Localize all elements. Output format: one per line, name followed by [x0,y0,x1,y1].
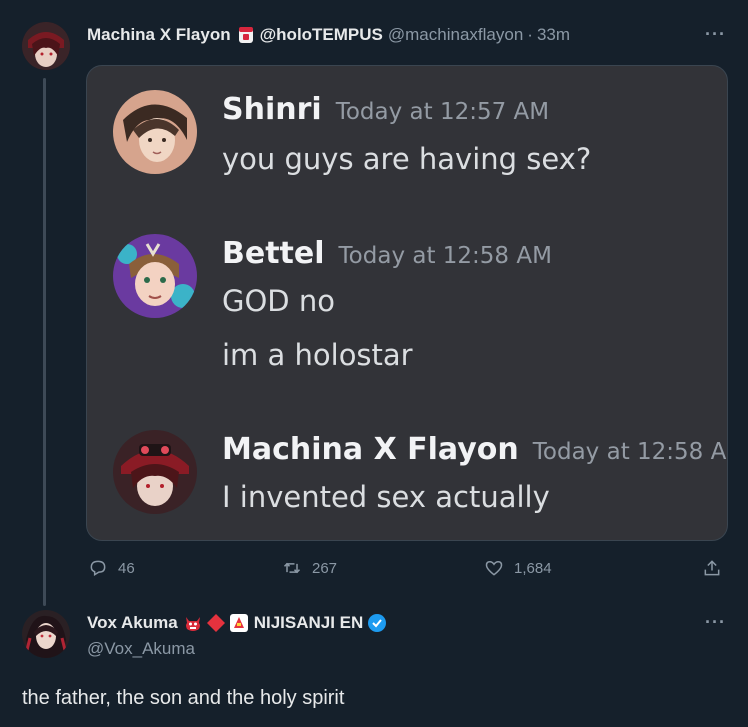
repost-count: 267 [312,559,338,577]
reply-button[interactable]: 46 [88,558,135,578]
message-time: Today at 12:57 AM [335,99,550,125]
reply-icon [90,560,106,576]
original-tweet: Machina X Flayon @holoTEMPUS @machinaxfl… [0,0,748,606]
diamond-emoji-icon [206,614,225,632]
machina-avatar [113,430,197,514]
repost-button[interactable]: 267 [282,558,337,578]
nijisanji-logo-icon [229,614,248,632]
message-text: im a holostar [222,338,413,372]
message-author: Bettel Today at 12:58 AM [222,236,552,271]
reply-text: the father, the son and the holy spirit [22,687,345,709]
oni-emoji-icon [185,617,200,631]
tweet-actions: 46 267 1,684 [86,558,726,582]
reply-author-handle[interactable]: @Vox_Akuma [87,639,195,659]
message-text: you guys are having sex? [222,142,592,176]
author-handle[interactable]: @machinaxflayon [388,25,523,45]
timestamp[interactable]: 33m [537,25,570,45]
reply-count: 46 [118,559,135,577]
reply-header: Vox Akuma NIJISANJI EN [87,612,387,634]
more-options-icon[interactable]: ··· [705,24,726,45]
bettel-avatar [113,234,197,318]
tweet-media[interactable]: Shinri Today at 12:57 AM you guys are hav… [86,65,728,541]
badge-icon [238,27,253,43]
display-name[interactable]: Machina X Flayon [87,25,231,45]
org-name[interactable]: @holoTEMPUS [260,25,383,45]
shinri-avatar [113,90,197,174]
reply-display-name[interactable]: Vox Akuma [87,613,178,633]
like-count: 1,684 [514,559,552,577]
share-button[interactable] [702,558,722,578]
reply-more-options-icon[interactable]: ··· [705,612,726,633]
message-author: Machina X Flayon Today at 12:58 AM [222,432,728,467]
heart-icon [485,560,503,576]
message-time: Today at 12:58 AM [338,243,552,269]
message-time: Today at 12:58 AM [532,439,728,465]
separator-dot: · [527,25,533,44]
share-icon [704,560,720,576]
reply-tweet: Vox Akuma NIJISANJI EN ··· @Vox_Akuma th… [0,600,748,727]
reply-org-name[interactable]: NIJISANJI EN [254,613,364,633]
reply-author-avatar[interactable] [22,610,70,658]
repost-icon [283,562,301,574]
message-text: GOD no [222,284,335,318]
tweet-header: Machina X Flayon @holoTEMPUS @machinaxfl… [87,24,570,46]
thread-line [43,78,46,606]
author-avatar[interactable] [22,22,70,70]
message-text: I invented sex actually [222,480,550,514]
verified-badge-icon [368,614,387,632]
like-button[interactable]: 1,684 [484,558,552,578]
message-author: Shinri Today at 12:57 AM [222,92,550,127]
